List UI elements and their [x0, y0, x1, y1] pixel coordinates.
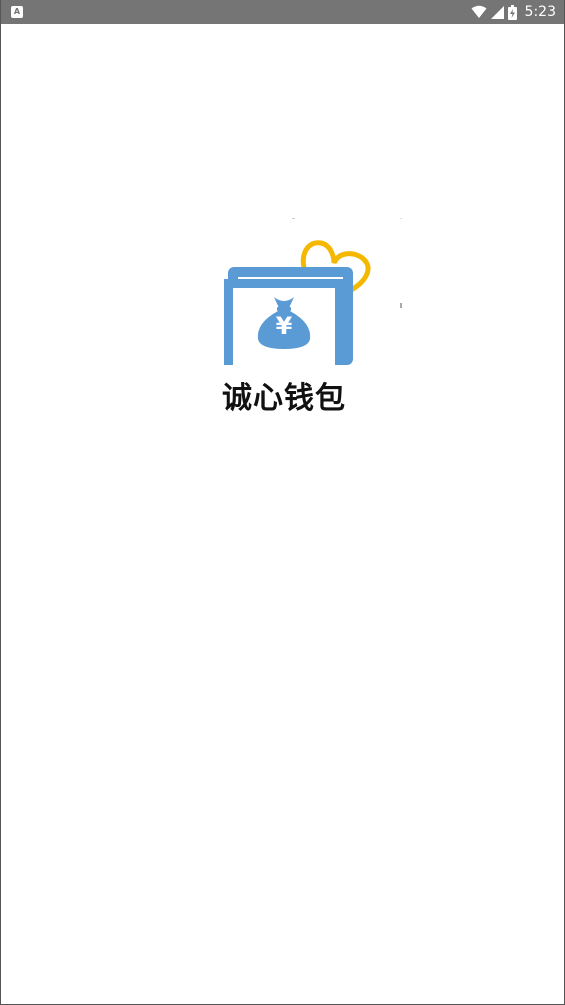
- status-clock: 5:23: [524, 4, 556, 20]
- battery-charging-icon: [507, 4, 517, 20]
- notification-a-icon: A: [11, 6, 23, 18]
- wallet-icon: [224, 218, 402, 365]
- cell-signal-icon: [490, 5, 504, 19]
- status-bar: A 5:23: [1, 0, 564, 24]
- wifi-icon: [471, 5, 487, 18]
- app-logo: ¥ 诚心钱包: [216, 215, 406, 416]
- app-name: 诚心钱包: [222, 381, 346, 416]
- currency-symbol: ¥: [275, 312, 293, 340]
- splash-screen: A 5:23 ¥ 诚心钱包: [0, 0, 565, 1005]
